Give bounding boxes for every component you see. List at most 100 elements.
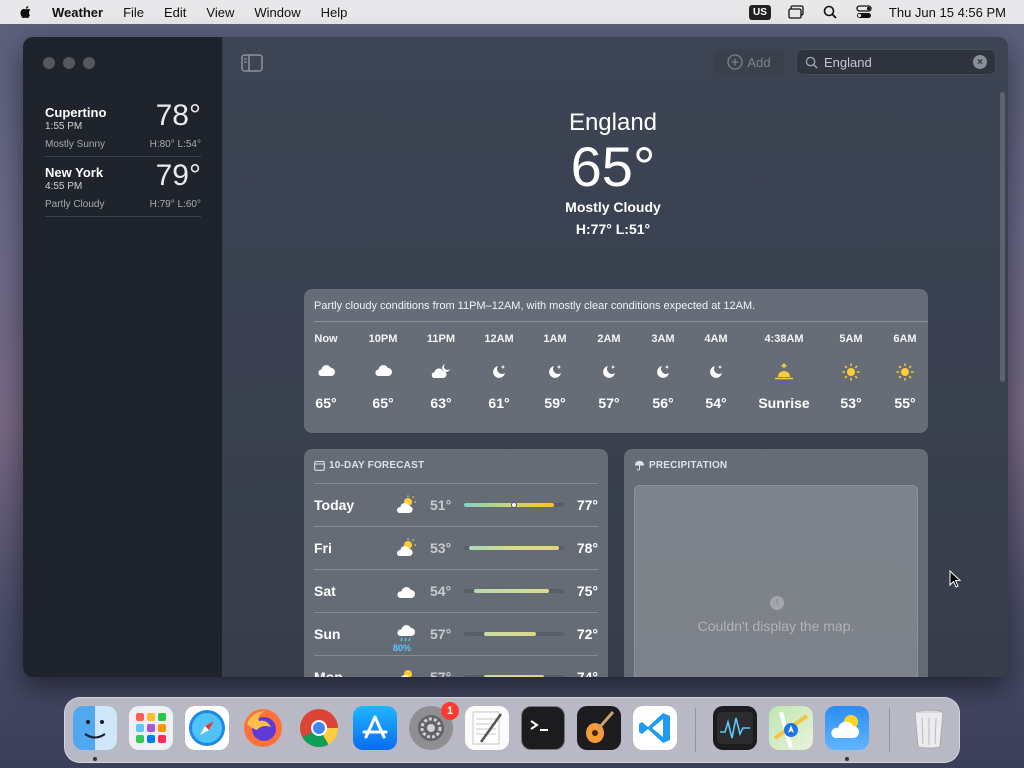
temp-range-fill [484, 632, 536, 636]
hour-time: 2AM [597, 333, 621, 345]
dock-safari[interactable] [185, 706, 229, 750]
spotlight-search-icon[interactable] [821, 4, 839, 20]
forecast-day: Today [314, 497, 355, 513]
dock-terminal[interactable] [521, 706, 565, 750]
sunrise-icon [775, 363, 793, 380]
sun-icon [896, 363, 914, 381]
menu-window[interactable]: Window [254, 5, 300, 20]
dock-activity-monitor[interactable] [713, 706, 757, 750]
cloud-icon [318, 365, 335, 376]
running-indicator [845, 757, 849, 761]
precip-chance: 80% [393, 643, 412, 653]
finder-icon [84, 720, 106, 739]
running-indicator [93, 757, 97, 761]
guitar-icon [586, 711, 615, 743]
umbrella-icon [634, 460, 645, 471]
hourly-forecast-panel[interactable]: Partly cloudy conditions from 11PM–12AM,… [304, 289, 928, 433]
menu-clock[interactable]: Thu Jun 15 4:56 PM [889, 5, 1006, 20]
forecast-high: 74° [576, 669, 598, 677]
menu-edit[interactable]: Edit [164, 5, 186, 20]
firefox-icon [244, 709, 282, 747]
precipitation-map[interactable]: ! Couldn't display the map. [634, 485, 918, 677]
menu-help[interactable]: Help [321, 5, 348, 20]
dock-separator [695, 708, 696, 752]
forecast-row[interactable]: Sun 80% 57° 72° [314, 612, 598, 655]
hour-temp: 63° [430, 395, 452, 411]
forecast-low: 51° [430, 497, 452, 513]
dock-firefox[interactable] [241, 706, 285, 750]
minimize-window-button[interactable] [63, 57, 75, 69]
forecast-title: 10-DAY FORECAST [329, 460, 425, 471]
forecast-row[interactable]: Mon 57° 74° [314, 655, 598, 677]
temp-range-bar [464, 502, 564, 508]
menu-app-name[interactable]: Weather [52, 5, 103, 20]
moon-stars-icon [710, 365, 722, 378]
zoom-window-button[interactable] [83, 57, 95, 69]
sidebar-toggle-icon[interactable] [241, 54, 263, 72]
control-center-icon[interactable] [855, 4, 873, 20]
moon-stars-icon [657, 365, 669, 378]
apple-menu-icon[interactable] [18, 4, 34, 20]
dock-maps[interactable] [769, 706, 813, 750]
chrome-icon [300, 709, 339, 748]
dock-chrome[interactable] [297, 706, 341, 750]
location-card-new-york[interactable]: New York 4:55 PM 79° Partly Cloudy H:79°… [45, 159, 201, 217]
map-error-message: Couldn't display the map. [697, 618, 855, 634]
cloud-moon-icon [431, 364, 450, 378]
menu-view[interactable]: View [206, 5, 234, 20]
hour-item: 3AM 56° [638, 333, 688, 411]
menu-file[interactable]: File [123, 5, 144, 20]
dock-textedit[interactable] [465, 706, 509, 750]
dock: 1 [64, 697, 960, 763]
mouse-cursor-icon [949, 570, 961, 588]
hour-time: 4:38AM [764, 333, 804, 345]
terminal-icon [530, 720, 548, 731]
input-source-badge[interactable]: US [749, 4, 771, 20]
dock-trash[interactable] [907, 706, 951, 750]
hourly-summary: Partly cloudy conditions from 11PM–12AM,… [314, 300, 756, 312]
temp-range-fill [464, 503, 554, 507]
close-window-button[interactable] [43, 57, 55, 69]
dock-garageband[interactable] [577, 706, 621, 750]
window-controls [43, 57, 95, 69]
current-weather: England 65° Mostly Cloudy H:77° L:51° [483, 109, 743, 237]
search-input[interactable] [824, 54, 967, 70]
hour-time: 11PM [426, 333, 456, 345]
hour-time: 3AM [651, 333, 675, 345]
dock-weather[interactable] [825, 706, 869, 750]
dock-launchpad[interactable] [129, 706, 173, 750]
temp-range-fill [484, 675, 544, 677]
moon-stars-icon [549, 365, 561, 378]
clear-search-icon[interactable]: × [973, 55, 987, 69]
location-temp: 78° [155, 99, 201, 132]
hour-time: 12AM [484, 333, 514, 345]
dock-vscode[interactable] [633, 706, 677, 750]
window-stack-icon[interactable] [787, 4, 805, 20]
temp-range-bar [464, 632, 564, 636]
cloud-icon [397, 587, 415, 598]
forecast-row[interactable]: Today 51° 77° [314, 483, 598, 526]
forecast-row[interactable]: Sat 54° 75° [314, 569, 598, 612]
hour-time: 5AM [839, 333, 863, 345]
hour-item: Now 65° [301, 333, 351, 411]
hour-temp: 57° [598, 395, 620, 411]
dock-app-store[interactable] [353, 706, 397, 750]
search-icon [805, 56, 818, 69]
ten-day-forecast-panel[interactable]: 10-DAY FORECAST Today 51° 77° Fri 53° 78… [304, 449, 608, 677]
divider [314, 321, 928, 322]
hour-item: 2AM 57° [584, 333, 634, 411]
forecast-row[interactable]: Fri 53° 78° [314, 526, 598, 569]
hour-time: 6AM [893, 333, 917, 345]
dock-finder[interactable] [73, 706, 117, 750]
location-card-cupertino[interactable]: Cupertino 1:55 PM 78° Mostly Sunny H:80°… [45, 99, 201, 157]
forecast-day: Sun [314, 626, 341, 642]
main-scrollbar[interactable] [1000, 92, 1005, 382]
temp-range-bar [464, 589, 564, 593]
location-condition: Partly Cloudy [45, 199, 105, 210]
hour-time: 10PM [368, 333, 398, 345]
hour-temp: 56° [652, 395, 674, 411]
trash-icon [914, 709, 944, 749]
add-location-button[interactable]: Add [714, 49, 784, 75]
precipitation-panel[interactable]: PRECIPITATION ! Couldn't display the map… [624, 449, 928, 677]
app-store-icon [362, 715, 388, 739]
